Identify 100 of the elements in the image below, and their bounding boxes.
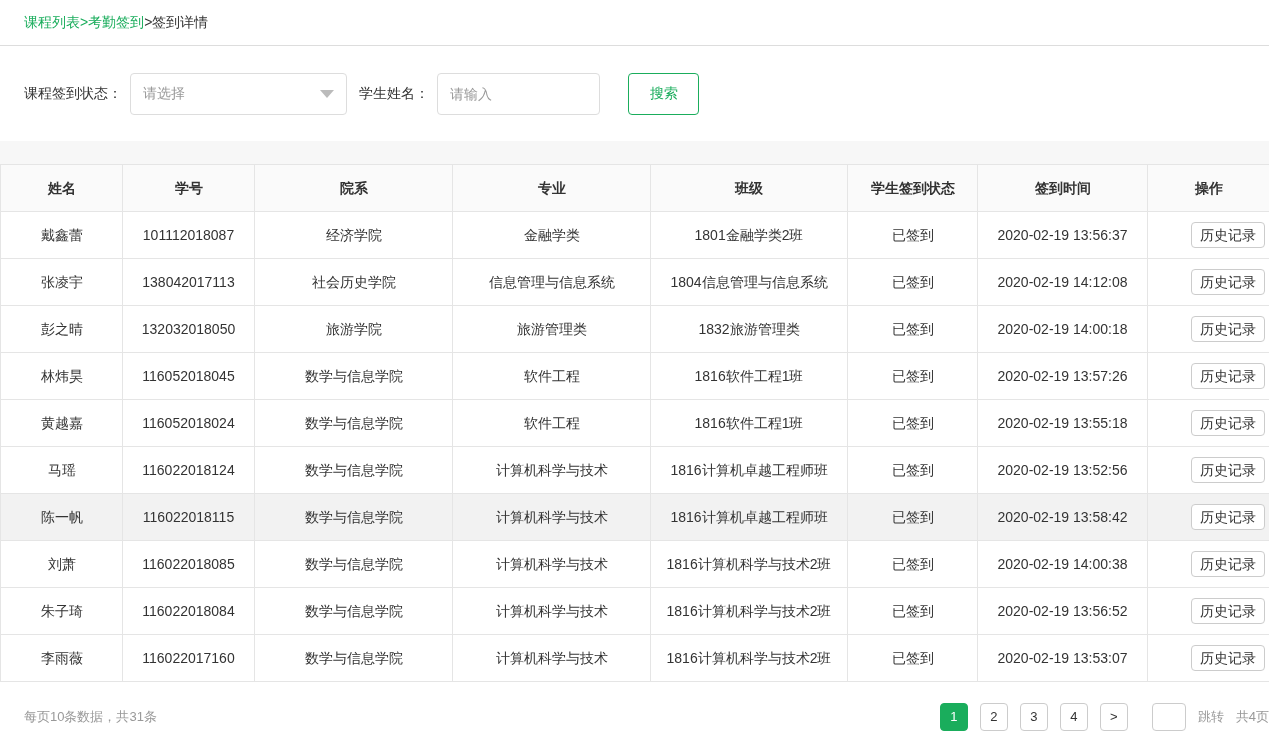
table-cell: 已签到 (847, 587, 978, 635)
table-cell: 2020-02-19 14:00:18 (977, 305, 1148, 353)
history-button[interactable]: 历史记录 (1191, 504, 1265, 530)
table-cell: 116052018024 (122, 399, 255, 447)
history-button[interactable]: 历史记录 (1191, 410, 1265, 436)
column-header: 操作 (1147, 164, 1269, 212)
table-cell: 116022018124 (122, 446, 255, 494)
table-cell: 数学与信息学院 (254, 446, 453, 494)
table-cell: 1801金融学类2班 (650, 211, 848, 259)
page-jump-field[interactable] (1151, 703, 1186, 731)
table-cell: 经济学院 (254, 211, 453, 259)
page-button[interactable]: 4 (1059, 703, 1088, 731)
table-cell: 已签到 (847, 399, 978, 447)
table-cell: 戴鑫蕾 (0, 211, 123, 259)
page-button[interactable]: 2 (979, 703, 1008, 731)
filter-label: 课程签到状态： (24, 84, 122, 103)
table-cell: 数学与信息学院 (254, 540, 453, 588)
column-header: 专业 (452, 164, 651, 212)
caret-icon (320, 89, 334, 98)
history-button[interactable]: 历史记录 (1191, 363, 1265, 389)
table-cell: 计算机科学与技术 (452, 587, 651, 635)
history-button[interactable]: 历史记录 (1191, 269, 1265, 295)
breadcrumb-current: >签到详情 (144, 13, 209, 32)
table-cell: 1816计算机卓越工程师班 (650, 493, 848, 541)
table-cell: 已签到 (847, 634, 978, 682)
history-button[interactable]: 历史记录 (1191, 598, 1265, 624)
table-cell: 数学与信息学院 (254, 493, 453, 541)
table-cell: 116022018115 (122, 493, 255, 541)
table-cell: 2020-02-19 13:58:42 (977, 493, 1148, 541)
table-cell: 李雨薇 (0, 634, 123, 682)
table-cell: 刘萧 (0, 540, 123, 588)
table-cell: 旅游学院 (254, 305, 453, 353)
history-button[interactable]: 历史记录 (1191, 551, 1265, 577)
table-cell: 软件工程 (452, 352, 651, 400)
column-header: 姓名 (0, 164, 123, 212)
table-cell: 1816软件工程1班 (650, 352, 848, 400)
table-cell: 已签到 (847, 446, 978, 494)
history-button[interactable]: 历史记录 (1191, 645, 1265, 671)
table-cell: 林炜昊 (0, 352, 123, 400)
table-cell: 132032018050 (122, 305, 255, 353)
table-cell: 116022018085 (122, 540, 255, 588)
table-cell: 已签到 (847, 540, 978, 588)
table-cell: 计算机科学与技术 (452, 540, 651, 588)
next-page-button[interactable]: > (1099, 703, 1128, 731)
table-cell: 陈一帆 (0, 493, 123, 541)
table-cell: 1816计算机卓越工程师班 (650, 446, 848, 494)
table-cell: 2020-02-19 14:12:08 (977, 258, 1148, 306)
table-cell: 旅游管理类 (452, 305, 651, 353)
column-header: 学生签到状态 (847, 164, 978, 212)
table-cell: 138042017113 (122, 258, 255, 306)
column-header: 学号 (122, 164, 255, 212)
table-cell: 已签到 (847, 258, 978, 306)
table-cell: 116022017160 (122, 634, 255, 682)
history-button[interactable]: 历史记录 (1191, 457, 1265, 483)
page-button[interactable]: 3 (1019, 703, 1048, 731)
name-field[interactable]: 请输入 (437, 72, 600, 115)
table-cell: 黄越嘉 (0, 399, 123, 447)
table-cell: 数学与信息学院 (254, 399, 453, 447)
table-cell: 计算机科学与技术 (452, 493, 651, 541)
table-cell: 1832旅游管理类 (650, 305, 848, 353)
table-cell: 1816计算机科学与技术2班 (650, 587, 848, 635)
table-cell: 马瑶 (0, 446, 123, 494)
table-cell: 1816计算机科学与技术2班 (650, 634, 848, 682)
table-cell: 2020-02-19 13:57:26 (977, 352, 1148, 400)
history-button[interactable]: 历史记录 (1191, 222, 1265, 248)
table-cell: 1816计算机科学与技术2班 (650, 540, 848, 588)
table-cell: 2020-02-19 13:56:52 (977, 587, 1148, 635)
table-cell: 2020-02-19 13:52:56 (977, 446, 1148, 494)
table-cell: 张凌宇 (0, 258, 123, 306)
table-cell: 软件工程 (452, 399, 651, 447)
table-cell: 已签到 (847, 305, 978, 353)
page-total: 共4页 (1235, 708, 1269, 727)
table-cell: 116022018084 (122, 587, 255, 635)
table-cell: 数学与信息学院 (254, 352, 453, 400)
table-cell: 101112018087 (122, 211, 255, 259)
filter-label: 学生姓名： (359, 84, 429, 103)
history-button[interactable]: 历史记录 (1191, 316, 1265, 342)
table-cell: 彭之晴 (0, 305, 123, 353)
table-cell: 计算机科学与技术 (452, 446, 651, 494)
table-cell: 社会历史学院 (254, 258, 453, 306)
column-header: 院系 (254, 164, 453, 212)
table-cell: 2020-02-19 14:00:38 (977, 540, 1148, 588)
table-cell: 1804信息管理与信息系统 (650, 258, 848, 306)
column-header: 班级 (650, 164, 848, 212)
table-cell: 信息管理与信息系统 (452, 258, 651, 306)
table-cell: 计算机科学与技术 (452, 634, 651, 682)
table-cell: 116052018045 (122, 352, 255, 400)
table-cell: 朱子琦 (0, 587, 123, 635)
table-cell: 数学与信息学院 (254, 634, 453, 682)
table-cell: 2020-02-19 13:56:37 (977, 211, 1148, 259)
table-cell: 已签到 (847, 211, 978, 259)
column-header: 签到时间 (977, 164, 1148, 212)
table-cell: 2020-02-19 13:53:07 (977, 634, 1148, 682)
table-cell: 2020-02-19 13:55:18 (977, 399, 1148, 447)
table-cell: 1816软件工程1班 (650, 399, 848, 447)
table-cell: 已签到 (847, 352, 978, 400)
table-cell: 金融学类 (452, 211, 651, 259)
table-cell: 已签到 (847, 493, 978, 541)
pagination-summary: 每页10条数据，共31条 (24, 708, 157, 727)
table-cell: 数学与信息学院 (254, 587, 453, 635)
